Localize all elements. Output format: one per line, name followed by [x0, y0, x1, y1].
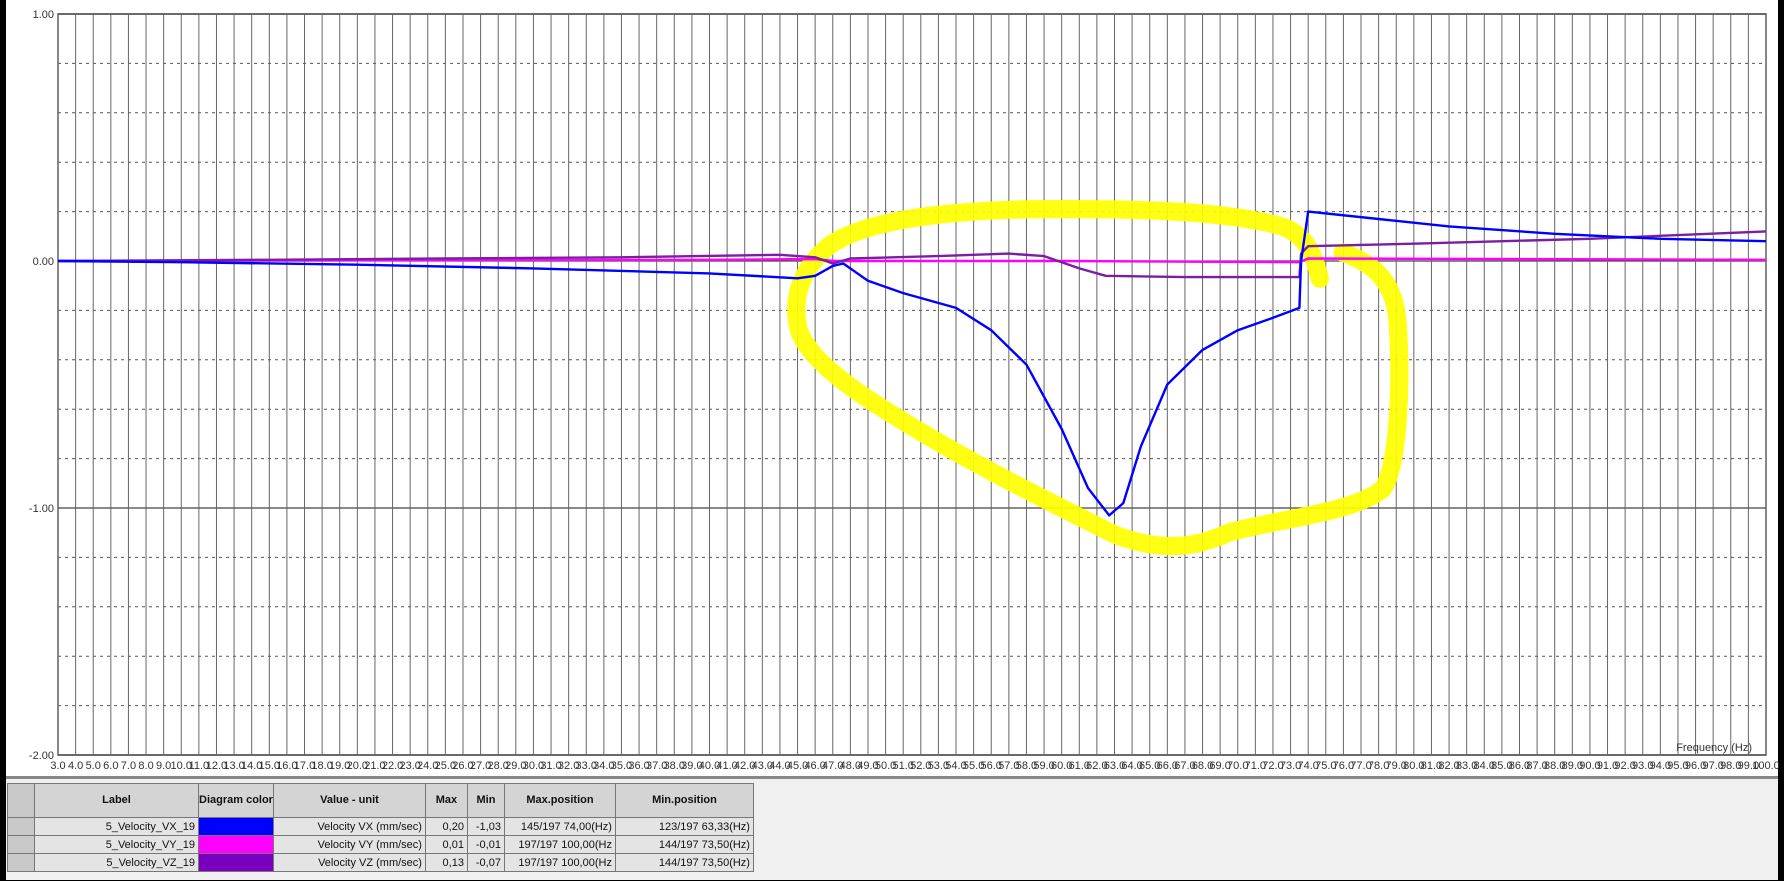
- x-tick-label: 100.0: [1752, 760, 1780, 772]
- row-select-button[interactable]: [7, 817, 35, 836]
- cell-max-position: 197/197 100,00(Hz: [503, 853, 616, 872]
- y-tick-label: 0.00: [33, 256, 54, 268]
- cell-min-position: 123/197 63,33(Hz): [614, 817, 754, 836]
- row-select-button[interactable]: [7, 835, 35, 854]
- y-tick-label: 1.00: [33, 9, 54, 21]
- color-swatch[interactable]: [198, 817, 274, 836]
- x-tick-labels: 3.0 4.0 5.0 6.0 7.0 8.0 9.0 10.011.012.013.014.…: [50, 760, 1779, 772]
- cell-max-position: 145/197 74,00(Hz): [503, 817, 616, 836]
- cell-value-unit: Velocity VX (mm/sec): [272, 817, 426, 836]
- table-row[interactable]: 5_Velocity_VZ_19 Velocity VZ (mm/sec) 0,…: [7, 853, 754, 872]
- header-min-position[interactable]: Min.position: [614, 783, 754, 818]
- cell-max: 0,13: [424, 853, 468, 872]
- cell-max: 0,20: [424, 817, 468, 836]
- legend-table: Label Diagram color Value - unit Max Min…: [7, 783, 754, 872]
- x-tick-label: 6.0: [103, 760, 118, 772]
- x-axis-label: Frequency (Hz): [1676, 742, 1752, 754]
- cell-value-unit: Velocity VZ (mm/sec): [272, 853, 426, 872]
- legend-table-area: Label Diagram color Value - unit Max Min…: [6, 776, 1778, 880]
- grid: [57, 13, 1767, 756]
- cell-label: 5_Velocity_VZ_19: [34, 853, 199, 872]
- table-row[interactable]: 5_Velocity_VY_19 Velocity VY (mm/sec) 0,…: [7, 835, 754, 854]
- x-tick-label: 7.0: [121, 760, 136, 772]
- cell-label: 5_Velocity_VX_19: [34, 817, 199, 836]
- x-tick-label: 8.0: [138, 760, 153, 772]
- color-swatch[interactable]: [198, 853, 274, 872]
- velocity-chart: 3.0 4.0 5.0 6.0 7.0 8.0 9.0 10.011.012.013.014.…: [29, 9, 1780, 772]
- cell-max: 0,01: [424, 835, 468, 854]
- x-tick-label: 9.0: [156, 760, 171, 772]
- header-min[interactable]: Min: [466, 783, 505, 818]
- x-tick-label: 4.0: [68, 760, 83, 772]
- cell-min: -1,03: [466, 817, 505, 836]
- x-tick-label: 5.0: [86, 760, 101, 772]
- cell-min-position: 144/197 73,50(Hz): [614, 853, 754, 872]
- header-max[interactable]: Max: [424, 783, 468, 818]
- table-row[interactable]: 5_Velocity_VX_19 Velocity VX (mm/sec) 0,…: [7, 817, 754, 836]
- plot-frame: [57, 13, 1767, 756]
- header-label[interactable]: Label: [34, 783, 199, 818]
- header-max-position[interactable]: Max.position: [503, 783, 616, 818]
- cell-min-position: 144/197 73,50(Hz): [614, 835, 754, 854]
- header-value-unit[interactable]: Value - unit: [272, 783, 426, 818]
- y-tick-label: -1.00: [29, 503, 54, 515]
- y-tick-label: -2.00: [29, 750, 54, 762]
- row-select-button[interactable]: [7, 853, 35, 872]
- cell-min: -0,07: [466, 853, 505, 872]
- cell-label: 5_Velocity_VY_19: [34, 835, 199, 854]
- header-diagram-color[interactable]: Diagram color: [198, 783, 274, 818]
- row-header-corner: [7, 783, 35, 818]
- cell-value-unit: Velocity VY (mm/sec): [272, 835, 426, 854]
- cell-max-position: 197/197 100,00(Hz: [503, 835, 616, 854]
- cell-min: -0,01: [466, 835, 505, 854]
- y-tick-labels: 1.00 0.00 -1.00 -2.00: [29, 9, 54, 762]
- color-swatch[interactable]: [198, 835, 274, 854]
